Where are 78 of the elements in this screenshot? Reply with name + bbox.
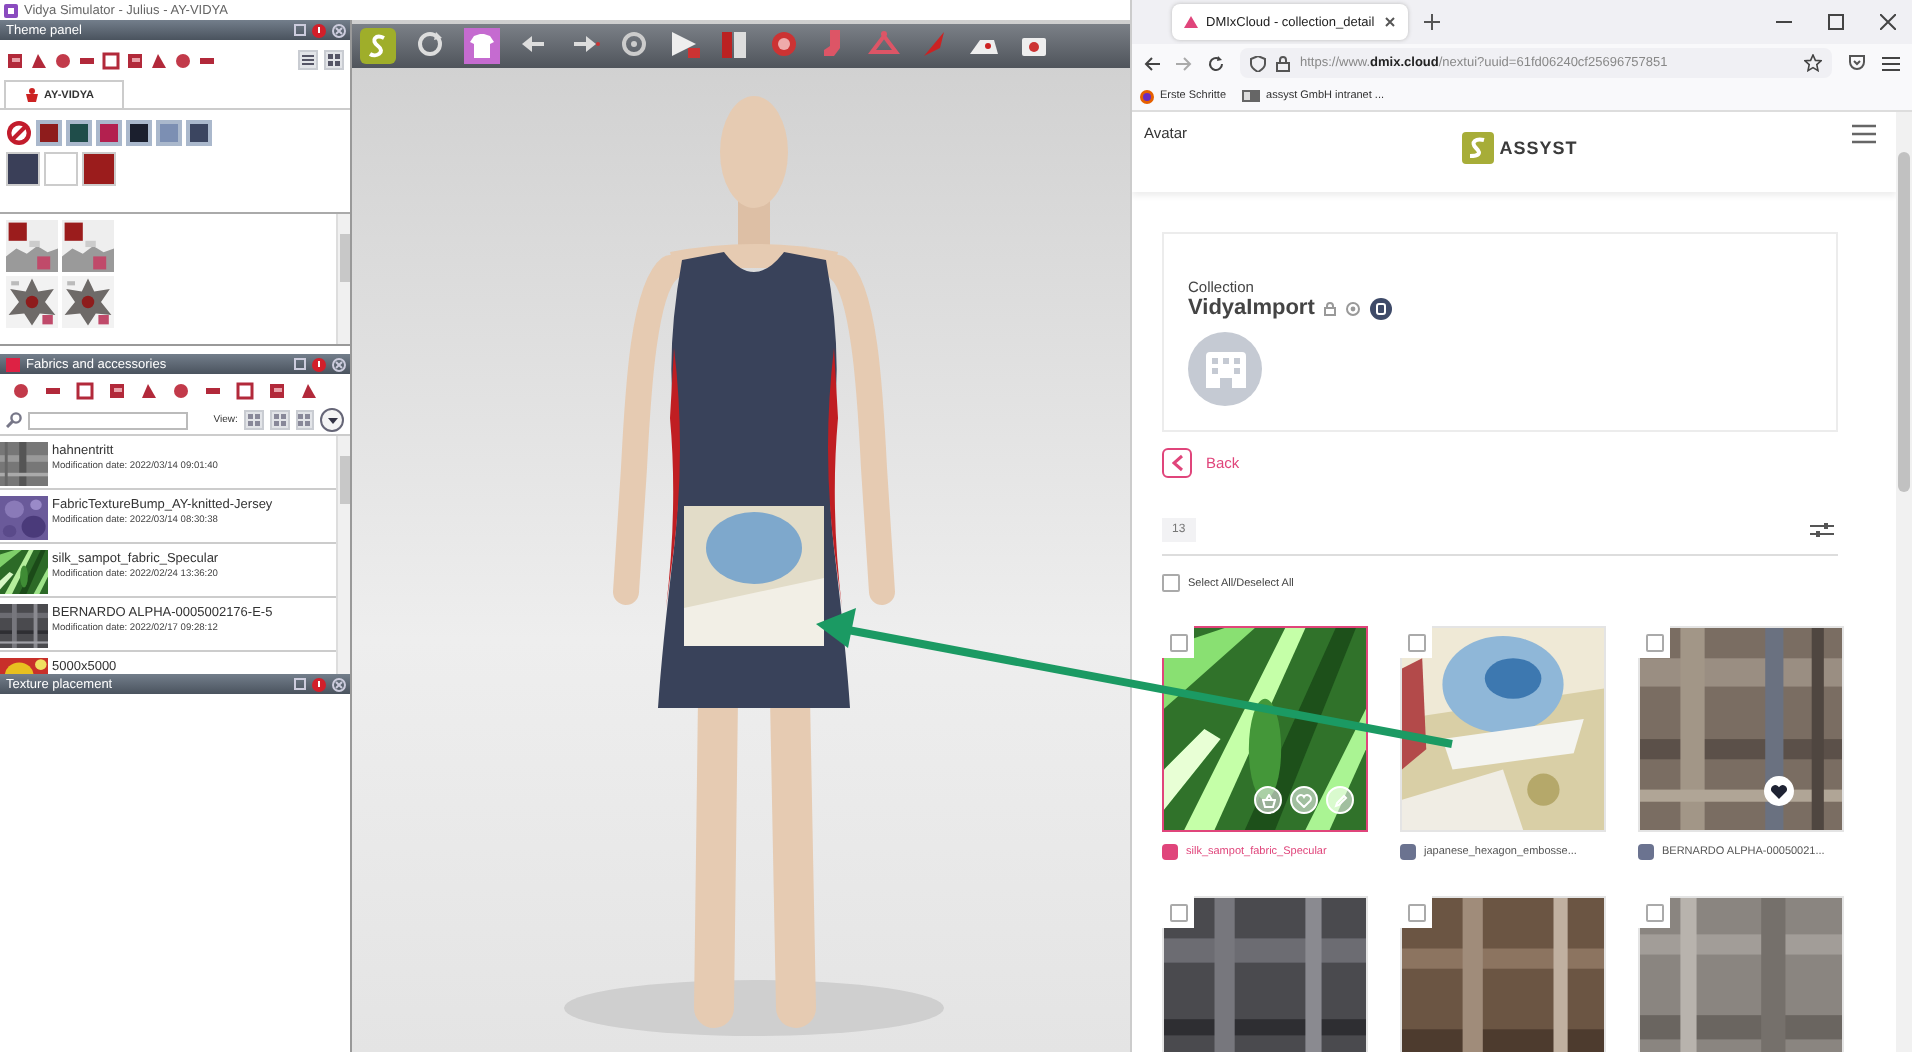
color-swatch[interactable] xyxy=(36,120,62,146)
filter-icon[interactable] xyxy=(1810,522,1834,538)
checkbox[interactable] xyxy=(1645,633,1663,651)
building-icon xyxy=(1203,349,1247,389)
grid-icon xyxy=(247,414,260,426)
s-logo-icon[interactable] xyxy=(360,28,396,64)
edit-button[interactable] xyxy=(1326,786,1354,814)
back-arrow-icon[interactable] xyxy=(1144,55,1160,71)
chevron-left-icon xyxy=(1171,454,1183,472)
search-field[interactable] xyxy=(28,411,188,429)
heart-icon xyxy=(1770,783,1788,799)
list-view-button[interactable] xyxy=(298,50,318,70)
fabric-icon xyxy=(6,357,20,371)
color-swatch[interactable] xyxy=(126,120,152,146)
color-swatch[interactable] xyxy=(156,120,182,146)
checkbox[interactable] xyxy=(1407,903,1425,921)
heart-icon xyxy=(1296,793,1312,807)
fabric-type-icon xyxy=(1638,844,1654,860)
shield-icon xyxy=(1250,55,1266,71)
checkbox[interactable] xyxy=(1407,633,1425,651)
fabric-type-icon xyxy=(1162,844,1178,860)
close-icon[interactable] xyxy=(1880,14,1896,30)
caret-icon xyxy=(327,417,338,423)
lock-icon xyxy=(1276,55,1290,71)
help-icon[interactable] xyxy=(312,677,326,691)
color-block[interactable] xyxy=(6,152,40,186)
view-button[interactable] xyxy=(295,410,315,430)
scrollbar[interactable] xyxy=(336,214,350,344)
float-icon[interactable] xyxy=(294,24,306,36)
star-icon[interactable] xyxy=(1804,54,1822,72)
page-icon xyxy=(1242,90,1261,102)
globe-icon xyxy=(1140,89,1154,103)
figure-icon xyxy=(26,88,38,102)
checkbox[interactable] xyxy=(1162,574,1180,592)
color-swatch[interactable] xyxy=(66,120,92,146)
grid-view-button[interactable] xyxy=(324,50,344,70)
list-icon xyxy=(273,414,286,426)
float-icon[interactable] xyxy=(294,358,306,370)
scrollbar[interactable] xyxy=(1896,112,1912,1052)
grid-icon xyxy=(328,54,340,66)
search-icon xyxy=(6,412,22,428)
color-swatch[interactable] xyxy=(186,120,212,146)
reload-icon[interactable] xyxy=(1208,55,1224,71)
dropdown-button[interactable] xyxy=(320,408,344,432)
color-swatch[interactable] xyxy=(96,120,122,146)
lock-icon xyxy=(1324,301,1337,315)
back-button[interactable] xyxy=(1162,448,1192,478)
play-icon[interactable] xyxy=(668,28,700,64)
color-block[interactable] xyxy=(44,152,78,186)
pocket-icon[interactable] xyxy=(1848,54,1866,72)
logo[interactable]: ASSYST xyxy=(1461,132,1578,164)
maximize-icon[interactable] xyxy=(1828,14,1844,30)
collection-name: VidyaImport xyxy=(1188,296,1315,320)
s-logo-icon xyxy=(1461,132,1494,164)
user-icon xyxy=(1370,297,1393,319)
triangle-icon xyxy=(1184,16,1198,28)
view-button[interactable] xyxy=(243,410,264,430)
scrollbar[interactable] xyxy=(336,436,350,674)
pencil-icon xyxy=(1333,793,1347,807)
fabric-type-icon xyxy=(1400,844,1416,860)
view-button[interactable] xyxy=(269,410,289,430)
basket-button[interactable] xyxy=(1254,786,1282,814)
help-icon[interactable] xyxy=(312,357,326,371)
new-tab-icon[interactable] xyxy=(1424,14,1440,30)
basket-icon xyxy=(1261,793,1275,807)
detail-icon xyxy=(298,414,311,426)
menu-icon[interactable] xyxy=(1882,55,1900,71)
no-color-icon[interactable] xyxy=(6,120,32,146)
menu-icon[interactable] xyxy=(1852,124,1876,144)
help-icon[interactable] xyxy=(312,23,326,37)
float-icon[interactable] xyxy=(294,678,306,690)
checkbox[interactable] xyxy=(1169,903,1187,921)
list-icon xyxy=(302,54,314,66)
checkbox[interactable] xyxy=(1645,903,1663,921)
shirt-icon[interactable] xyxy=(464,28,500,64)
checkbox[interactable] xyxy=(1169,633,1187,651)
close-icon[interactable] xyxy=(1384,16,1396,28)
color-block[interactable] xyxy=(82,152,116,186)
